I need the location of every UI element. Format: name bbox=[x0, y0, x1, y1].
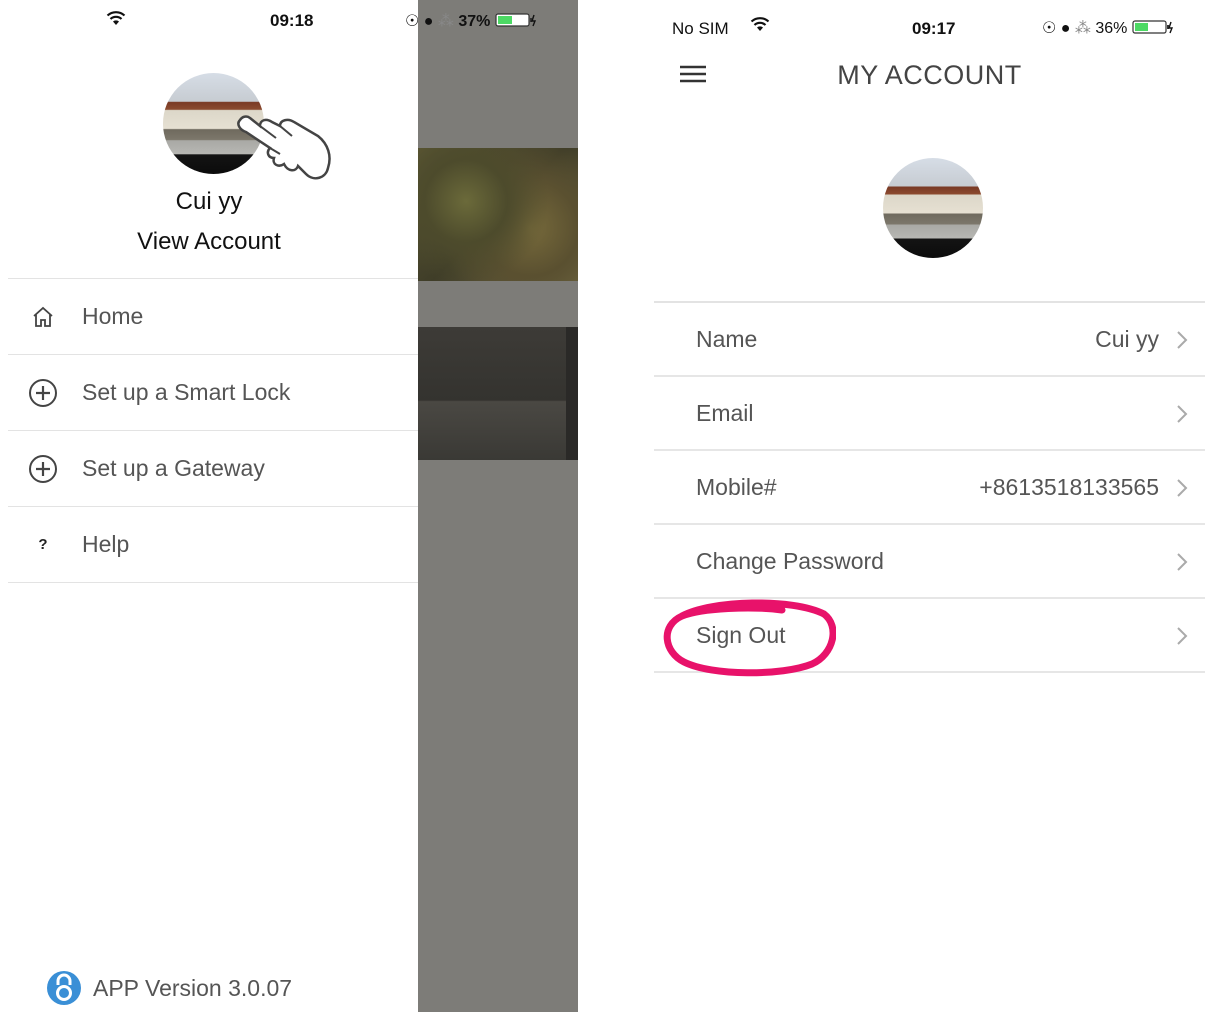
menu-item-setup-smart-lock[interactable]: Set up a Smart Lock bbox=[8, 355, 418, 431]
menu-item-setup-gateway[interactable]: Set up a Gateway bbox=[8, 431, 418, 507]
orientation-lock-icon: ☉ bbox=[1042, 20, 1057, 37]
chevron-right-icon bbox=[1175, 626, 1189, 646]
wifi-icon bbox=[106, 10, 126, 31]
background-photo bbox=[418, 327, 578, 460]
chevron-right-icon bbox=[1175, 330, 1189, 350]
home-icon bbox=[25, 299, 61, 335]
row-label: Mobile# bbox=[696, 473, 777, 500]
page-title: MY ACCOUNT bbox=[837, 60, 1022, 90]
hand-pointer-icon bbox=[232, 108, 336, 197]
menu-item-home[interactable]: Home bbox=[8, 279, 418, 355]
menu-item-help[interactable]: ? Help bbox=[8, 507, 418, 583]
row-label: Name bbox=[696, 325, 758, 352]
status-time: 09:18 bbox=[270, 11, 314, 30]
question-icon: ? bbox=[38, 536, 48, 553]
app-version: APP Version 3.0.07 bbox=[46, 970, 292, 1006]
profile-name: Cui yy bbox=[175, 188, 243, 215]
battery-percent: 36% bbox=[1095, 20, 1128, 37]
status-indicators: ☉ ● ⁂ 36% bbox=[1042, 18, 1174, 38]
account-row-mobile[interactable]: Mobile# +8613518133565 bbox=[654, 451, 1205, 525]
account-row-change-password[interactable]: Change Password bbox=[654, 525, 1205, 599]
status-bar: No SIM 09:17 ☉ ● ⁂ 36% bbox=[654, 0, 1205, 40]
background-photo bbox=[418, 148, 578, 281]
app-logo-icon bbox=[46, 970, 82, 1006]
sign-out-highlight-circle bbox=[663, 599, 836, 677]
account-screen: No SIM 09:17 ☉ ● ⁂ 36% MY ACCOUNT Name C… bbox=[654, 0, 1205, 1012]
dimmed-content-overlay[interactable] bbox=[418, 0, 578, 1012]
wifi-icon bbox=[750, 16, 770, 37]
menu-item-label: Help bbox=[82, 531, 130, 557]
chevron-right-icon bbox=[1175, 478, 1189, 498]
avatar[interactable] bbox=[883, 158, 983, 258]
row-value: Cui yy bbox=[1095, 325, 1159, 352]
drawer-menu: Home Set up a Smart Lock Set up a Gatewa… bbox=[8, 278, 418, 583]
alarm-icon: ● bbox=[1060, 20, 1071, 37]
row-label: Change Password bbox=[696, 547, 884, 574]
row-label: Email bbox=[696, 399, 754, 426]
side-drawer: 09:18 Cui yy View Account Home Set up a … bbox=[0, 0, 418, 1012]
carrier-label: No SIM bbox=[672, 19, 729, 38]
app-version-text: APP Version 3.0.07 bbox=[93, 974, 293, 1001]
row-value: +8613518133565 bbox=[979, 473, 1159, 500]
plus-circle-icon bbox=[25, 375, 61, 411]
account-row-email[interactable]: Email bbox=[654, 377, 1205, 451]
chevron-right-icon bbox=[1175, 552, 1189, 572]
view-account-link[interactable]: View Account bbox=[0, 228, 418, 256]
chevron-right-icon bbox=[1175, 404, 1189, 424]
menu-item-label: Home bbox=[82, 303, 144, 329]
bluetooth-icon: ⁂ bbox=[1074, 20, 1091, 37]
account-row-name[interactable]: Name Cui yy bbox=[654, 303, 1205, 377]
battery-icon bbox=[1132, 20, 1174, 37]
menu-item-label: Set up a Gateway bbox=[82, 455, 265, 481]
plus-circle-icon bbox=[25, 451, 61, 487]
menu-item-label: Set up a Smart Lock bbox=[82, 379, 291, 405]
status-time: 09:17 bbox=[912, 19, 956, 38]
left-screen: 09:18 Cui yy View Account Home Set up a … bbox=[0, 0, 578, 1012]
